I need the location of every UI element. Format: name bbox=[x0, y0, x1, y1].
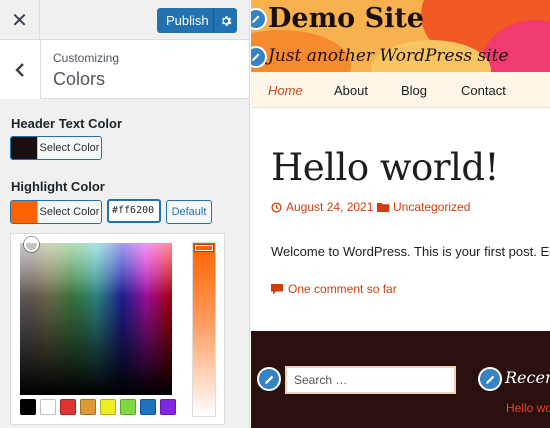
palette-swatch[interactable] bbox=[100, 399, 116, 415]
nav-item-about[interactable]: About bbox=[334, 83, 368, 98]
edit-search-widget-shortcut[interactable] bbox=[257, 367, 281, 391]
lightness-slider-handle[interactable] bbox=[195, 245, 213, 251]
highlight-color-button-label: Select Color bbox=[39, 206, 100, 218]
close-icon: ✕ bbox=[11, 9, 28, 32]
header-text-color-button-label: Select Color bbox=[39, 142, 100, 154]
pencil-icon bbox=[264, 375, 273, 384]
header-text-color-label: Header Text Color bbox=[11, 116, 123, 131]
edit-recent-widget-shortcut[interactable] bbox=[478, 367, 502, 391]
comments-link[interactable]: One comment so far bbox=[271, 282, 397, 296]
nav-item-home[interactable]: Home bbox=[268, 83, 303, 98]
comments-link-text: One comment so far bbox=[288, 282, 397, 296]
post-category[interactable]: Uncategorized bbox=[377, 200, 470, 214]
color-picker bbox=[10, 233, 225, 425]
post-date[interactable]: August 24, 2021 bbox=[271, 200, 373, 214]
palette-swatch[interactable] bbox=[40, 399, 56, 415]
site-header: Demo Site Just another WordPress site bbox=[251, 0, 550, 72]
palette-swatch[interactable] bbox=[160, 399, 176, 415]
palette-swatch[interactable] bbox=[20, 399, 36, 415]
color-lightness-slider[interactable] bbox=[192, 242, 216, 417]
gear-icon bbox=[221, 15, 232, 26]
site-preview: Demo Site Just another WordPress site Ho… bbox=[251, 0, 550, 428]
header-text-color-button[interactable]: Select Color bbox=[10, 136, 102, 160]
color-picker-area[interactable] bbox=[20, 243, 172, 395]
back-button[interactable] bbox=[0, 40, 41, 99]
highlight-color-button[interactable]: Select Color bbox=[10, 200, 102, 224]
post-category-text: Uncategorized bbox=[393, 200, 471, 214]
hex-color-input[interactable]: #ff6200 bbox=[107, 199, 161, 223]
pencil-icon bbox=[485, 375, 494, 384]
folder-icon bbox=[377, 203, 389, 212]
color-palette bbox=[20, 399, 176, 415]
nav-item-blog[interactable]: Blog bbox=[401, 83, 427, 98]
site-footer: Search … Recent Hello wor bbox=[251, 331, 550, 428]
section-header: Customizing Colors bbox=[0, 40, 249, 99]
comment-icon bbox=[271, 283, 283, 294]
highlight-color-label: Highlight Color bbox=[11, 179, 105, 194]
clock-icon bbox=[271, 201, 282, 213]
recent-posts-widget-title: Recent bbox=[505, 368, 550, 387]
nav-item-contact[interactable]: Contact bbox=[461, 83, 506, 98]
palette-swatch[interactable] bbox=[60, 399, 76, 415]
highlight-color-swatch bbox=[11, 201, 38, 223]
color-picker-handle[interactable] bbox=[24, 237, 39, 252]
palette-swatch[interactable] bbox=[140, 399, 156, 415]
post-title[interactable]: Hello world! bbox=[271, 146, 499, 189]
search-input[interactable]: Search … bbox=[285, 366, 456, 394]
site-navigation: Home About Blog Contact bbox=[251, 72, 550, 108]
post-excerpt: Welcome to WordPress. This is your first… bbox=[271, 244, 550, 259]
chevron-left-icon bbox=[15, 62, 24, 77]
default-color-button[interactable]: Default bbox=[166, 200, 212, 224]
palette-swatch[interactable] bbox=[120, 399, 136, 415]
publish-button-group: Publish bbox=[157, 8, 237, 33]
section-breadcrumb: Customizing bbox=[53, 51, 120, 65]
publish-button[interactable]: Publish bbox=[157, 8, 213, 33]
edit-title-shortcut[interactable] bbox=[251, 8, 267, 30]
site-tagline: Just another WordPress site bbox=[268, 46, 509, 66]
palette-swatch[interactable] bbox=[80, 399, 96, 415]
site-title[interactable]: Demo Site bbox=[268, 3, 424, 34]
close-customizer-button[interactable]: ✕ bbox=[0, 0, 40, 40]
pencil-icon bbox=[252, 15, 260, 23]
post-date-text: August 24, 2021 bbox=[286, 200, 374, 214]
pencil-icon bbox=[252, 53, 260, 61]
customizer-header: ✕ Publish bbox=[0, 0, 249, 40]
header-text-color-swatch bbox=[11, 137, 38, 159]
recent-post-link[interactable]: Hello wor bbox=[506, 401, 550, 415]
customizer-panel: ✕ Publish Customizing Colors Header Text… bbox=[0, 0, 250, 428]
publish-settings-button[interactable] bbox=[213, 8, 237, 33]
section-title: Colors bbox=[53, 69, 106, 89]
